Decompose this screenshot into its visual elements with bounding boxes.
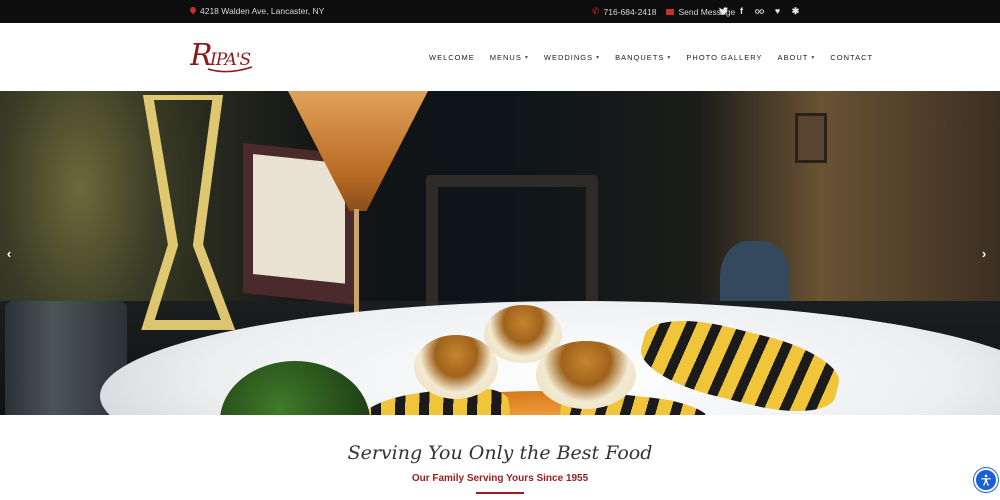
facebook-icon[interactable]: f (737, 5, 746, 17)
chevron-down-icon: ▾ (524, 55, 529, 61)
chevron-down-icon: ▾ (596, 55, 601, 61)
yelp-icon[interactable]: ✱ (791, 5, 800, 17)
phone-link[interactable]: 716-684-2418 (604, 7, 657, 17)
envelope-icon (666, 8, 675, 15)
section-tagline: Serving You Only the Best Food (347, 442, 653, 464)
chevron-right-icon: › (981, 245, 987, 261)
nav-about[interactable]: ABOUT ▾ (778, 53, 816, 62)
chevron-down-icon: ▾ (667, 55, 672, 61)
nav-banquets[interactable]: BANQUETS ▾ (615, 53, 671, 62)
accessibility-button[interactable] (974, 468, 998, 492)
site-header: R IPA'S WELCOME MENUS ▾ WEDDINGS ▾ BANQU… (0, 23, 1000, 91)
accessibility-icon (981, 474, 991, 486)
address-text: 4218 Walden Ave, Lancaster, NY (200, 6, 325, 16)
contact-links: ✆ 716-684-2418 Send Message (592, 6, 735, 17)
nav-menus[interactable]: MENUS ▾ (490, 53, 529, 62)
nav-welcome[interactable]: WELCOME (429, 53, 475, 62)
nav-contact[interactable]: CONTACT (830, 53, 873, 62)
twitter-icon[interactable] (719, 5, 728, 17)
nav-label: WEDDINGS (543, 53, 594, 62)
section-subtitle: Our Family Serving Yours Since 1955 (411, 473, 589, 484)
divider (476, 492, 524, 494)
nav-label: WELCOME (429, 53, 475, 62)
heart-icon[interactable]: ♥ (773, 5, 782, 17)
address[interactable]: 4218 Walden Ave, Lancaster, NY (190, 6, 324, 16)
nav-weddings[interactable]: WEDDINGS ▾ (544, 53, 600, 62)
nav-label: MENUS (489, 53, 522, 62)
tripadvisor-icon[interactable] (755, 5, 764, 17)
hero-slider: ‹ › (0, 91, 1000, 415)
hero-chair (426, 175, 598, 315)
nav-label: CONTACT (830, 53, 874, 62)
chevron-down-icon: ▾ (811, 55, 816, 61)
phone-icon: ✆ (592, 6, 600, 16)
nav-label: BANQUETS (615, 53, 665, 62)
hero-scallop (536, 341, 636, 409)
nav-label: ABOUT (777, 53, 809, 62)
chevron-left-icon: ‹ (6, 245, 12, 261)
main-nav: WELCOME MENUS ▾ WEDDINGS ▾ BANQUETS ▾ PH… (429, 53, 873, 62)
nav-photo-gallery[interactable]: PHOTO GALLERY (686, 53, 762, 62)
svg-text:IPA'S: IPA'S (209, 50, 251, 70)
slider-prev-button[interactable]: ‹ (3, 245, 15, 261)
hero-scallop (414, 335, 498, 399)
top-bar: 4218 Walden Ave, Lancaster, NY ✆ 716-684… (0, 0, 1000, 23)
hero-wall-frame (795, 113, 827, 163)
map-pin-icon (190, 7, 196, 15)
svg-text:R: R (190, 38, 212, 73)
site-logo[interactable]: R IPA'S (189, 35, 254, 83)
slider-next-button[interactable]: › (978, 245, 990, 261)
nav-label: PHOTO GALLERY (686, 53, 763, 62)
social-links: f ♥ ✱ (719, 5, 800, 17)
